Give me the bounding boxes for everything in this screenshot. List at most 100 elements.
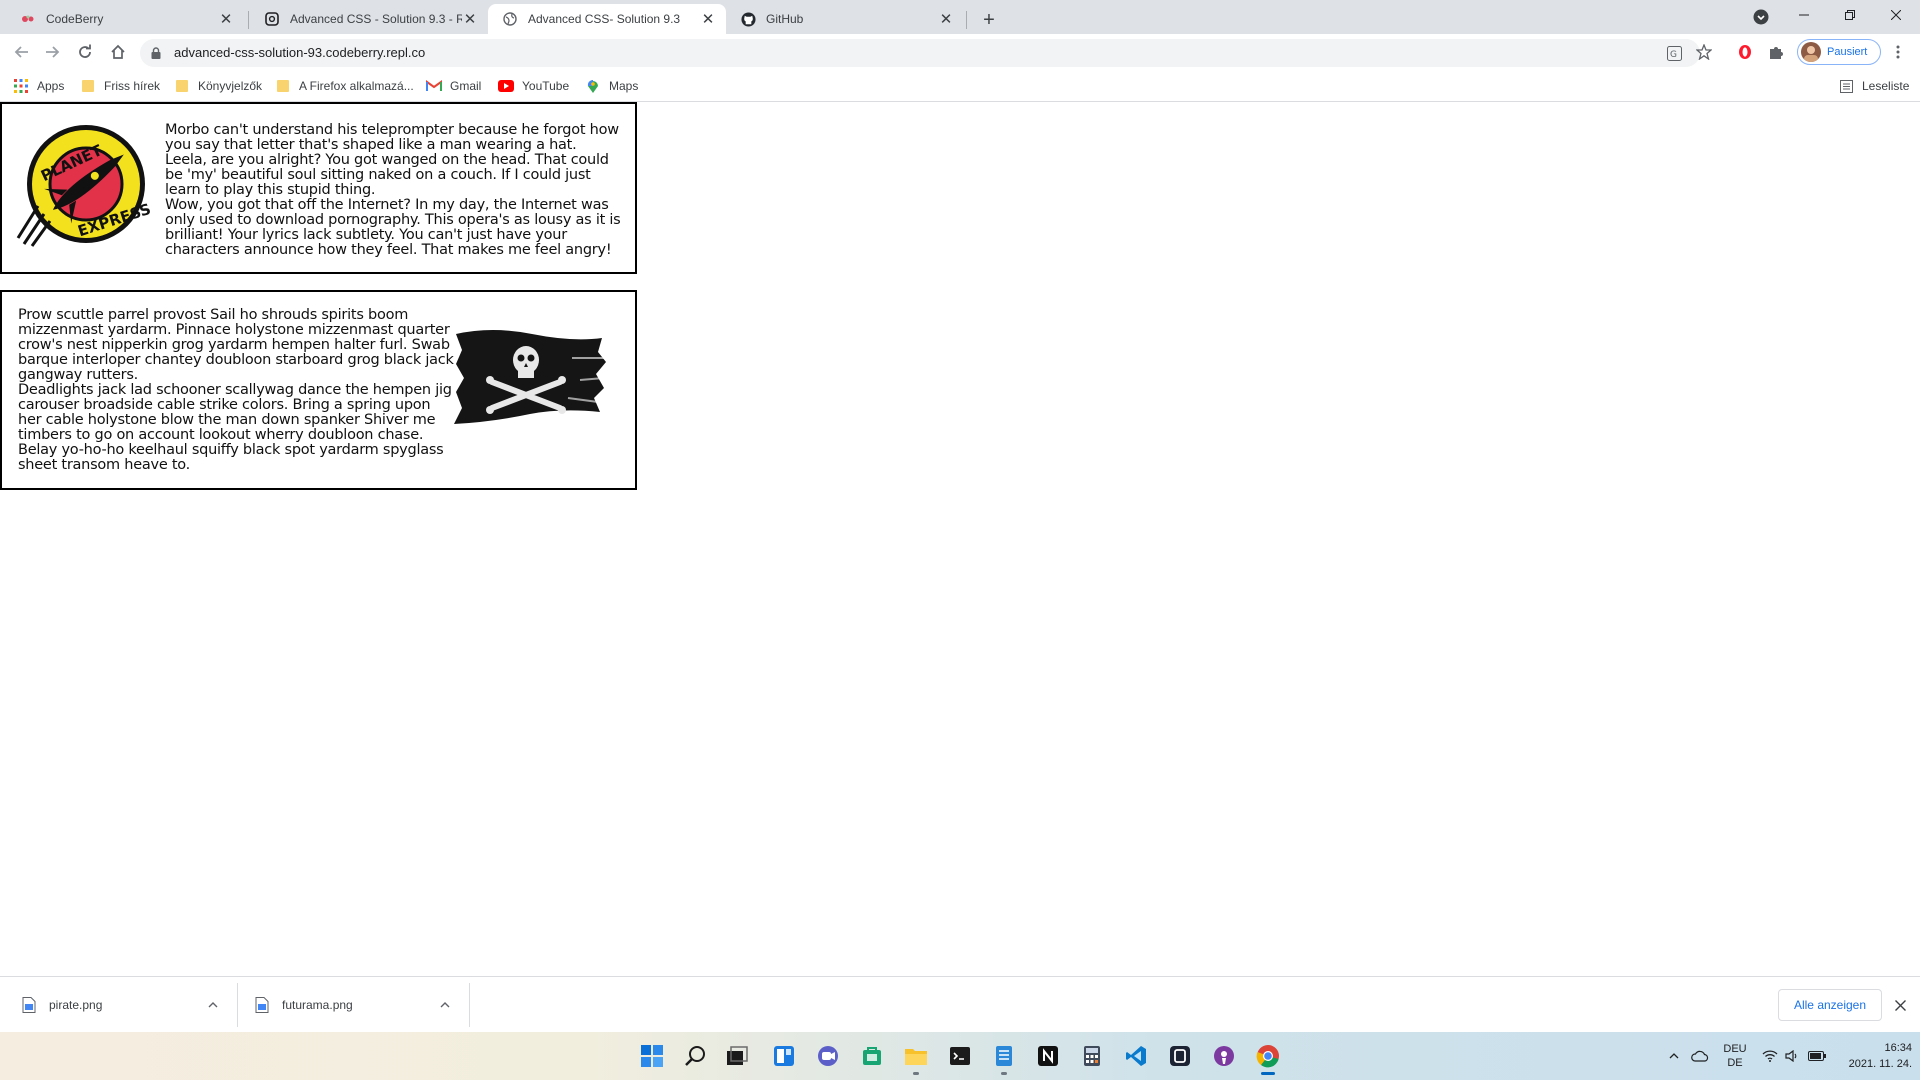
onedrive-cloud-icon[interactable]: [1688, 1032, 1712, 1080]
clock-date: 2021. 11. 24.: [1848, 1058, 1912, 1070]
tab-codeberry[interactable]: CodeBerry ✕: [6, 4, 244, 34]
image-file-icon: [255, 997, 269, 1013]
bookmark-youtube[interactable]: YouTube: [498, 70, 569, 102]
restore-icon: [1845, 10, 1855, 20]
minimize-button[interactable]: [1781, 0, 1827, 30]
widgets-icon[interactable]: [769, 1041, 799, 1071]
close-tab-icon[interactable]: ✕: [462, 11, 478, 28]
file-explorer-icon[interactable]: [901, 1041, 931, 1075]
bookmark-label: Könyvjelzők: [198, 79, 263, 93]
bookmarks-bar: Apps Friss hírek Könyvjelzők A Firefox a…: [0, 70, 1920, 102]
reload-button[interactable]: [71, 38, 99, 66]
close-shelf-icon[interactable]: [1892, 997, 1908, 1013]
download-item-pirate[interactable]: pirate.png: [22, 977, 222, 1033]
star-icon[interactable]: [1696, 44, 1712, 60]
close-tab-icon[interactable]: ✕: [218, 11, 234, 28]
clock-time: 16:34: [1884, 1042, 1912, 1054]
bookmark-maps[interactable]: Maps: [585, 70, 638, 102]
youtube-icon: [498, 78, 514, 94]
windows-start-icon[interactable]: [637, 1041, 667, 1071]
futurama-paragraph-1: Morbo can't understand his teleprompter …: [165, 122, 619, 198]
folder-icon: [80, 78, 96, 94]
extensions-puzzle-icon[interactable]: [1768, 44, 1784, 60]
home-button[interactable]: [104, 38, 132, 66]
new-tab-button[interactable]: +: [976, 7, 1002, 33]
keyboard-layout: DE: [1727, 1057, 1743, 1069]
close-tab-icon[interactable]: ✕: [938, 11, 954, 28]
system-clock[interactable]: 16:34 2021. 11. 24.: [1832, 1032, 1912, 1080]
replit-icon: [264, 11, 280, 27]
tab-advanced-css[interactable]: Advanced CSS- Solution 9.3 ✕: [488, 4, 726, 34]
close-window-button[interactable]: [1873, 0, 1919, 30]
globe-icon: [502, 11, 518, 27]
forward-button[interactable]: [38, 38, 66, 66]
bookmark-friss-hirek[interactable]: Friss hírek: [80, 70, 160, 102]
wifi-icon[interactable]: [1760, 1032, 1780, 1080]
reading-list-label: Leseliste: [1862, 79, 1910, 93]
tab-strip: CodeBerry ✕ Advanced CSS - Solution 9.3 …: [0, 0, 1920, 34]
address-bar[interactable]: advanced-css-solution-93.codeberry.repl.…: [140, 39, 1700, 67]
close-tab-icon[interactable]: ✕: [700, 11, 716, 28]
tab-title: Advanced CSS- Solution 9.3: [528, 12, 681, 26]
github-icon: [740, 11, 756, 27]
profile-status-label: Pausiert: [1827, 46, 1868, 58]
bookmark-firefox-apps[interactable]: A Firefox alkalmazá...: [275, 70, 414, 102]
download-item-futurama[interactable]: futurama.png: [255, 977, 455, 1033]
tab-github[interactable]: GitHub ✕: [726, 4, 964, 34]
terminal-icon[interactable]: [945, 1041, 975, 1071]
download-filename: pirate.png: [49, 998, 103, 1012]
jolly-roger-flag-image: [454, 330, 606, 424]
translate-icon[interactable]: G: [1666, 45, 1682, 61]
profile-button[interactable]: Pausiert: [1797, 39, 1881, 65]
calculator-icon[interactable]: [1077, 1041, 1107, 1071]
restore-button[interactable]: [1827, 0, 1873, 30]
tab-replit[interactable]: Advanced CSS - Solution 9.3 - Re ✕: [250, 4, 488, 34]
home-icon: [111, 44, 125, 59]
search-icon[interactable]: [681, 1041, 711, 1071]
tab-divider: [966, 11, 967, 29]
store-icon[interactable]: [857, 1041, 887, 1071]
chevron-up-icon[interactable]: [1664, 1032, 1684, 1080]
chrome-icon[interactable]: [1253, 1041, 1283, 1075]
notion-icon[interactable]: [1033, 1041, 1063, 1071]
tab-search-button[interactable]: [1738, 2, 1784, 32]
download-filename: futurama.png: [282, 998, 353, 1012]
show-all-downloads-button[interactable]: Alle anzeigen: [1778, 989, 1882, 1021]
maps-icon: [585, 78, 601, 94]
pirate-paragraph-1: Prow scuttle parrel provost Sail ho shro…: [18, 307, 454, 383]
chevron-up-icon[interactable]: [437, 997, 453, 1013]
bookmark-konyvjelzok[interactable]: Könyvjelzők: [174, 70, 262, 102]
bookmark-gmail[interactable]: Gmail: [426, 70, 481, 102]
back-button[interactable]: [8, 38, 36, 66]
browser-toolbar: advanced-css-solution-93.codeberry.repl.…: [0, 34, 1920, 70]
download-shelf: pirate.png futurama.png Alle anzeigen: [0, 976, 1920, 1032]
reading-list-button[interactable]: Leseliste: [1838, 70, 1909, 102]
chevron-up-icon[interactable]: [205, 997, 221, 1013]
windows-taskbar: DEU DE 16:34 2021. 11. 24.: [0, 1032, 1920, 1080]
tab-title: CodeBerry: [46, 12, 104, 26]
bookmark-label: Gmail: [450, 79, 482, 93]
bookmark-apps[interactable]: Apps: [13, 70, 64, 102]
svg-text:G: G: [1670, 50, 1677, 60]
tab-divider: [248, 11, 249, 29]
download-divider: [237, 983, 238, 1027]
podcast-icon[interactable]: [1209, 1041, 1239, 1071]
teams-chat-icon[interactable]: [813, 1041, 843, 1071]
close-icon: [1891, 10, 1901, 20]
volume-icon[interactable]: [1782, 1032, 1802, 1080]
futurama-text: Morbo can't understand his teleprompter …: [165, 123, 621, 258]
vscode-icon[interactable]: [1121, 1041, 1151, 1071]
pirate-card: Prow scuttle parrel provost Sail ho shro…: [0, 290, 637, 490]
bookmark-label: Maps: [609, 79, 639, 93]
input-language[interactable]: DEU DE: [1718, 1032, 1752, 1080]
replit-app-icon[interactable]: [1165, 1041, 1195, 1071]
kebab-menu-icon[interactable]: [1890, 44, 1906, 60]
battery-icon[interactable]: [1806, 1032, 1828, 1080]
task-view-icon[interactable]: [722, 1041, 752, 1071]
notepad-icon[interactable]: [989, 1041, 1019, 1075]
folder-icon: [174, 78, 190, 94]
tab-title: GitHub: [766, 12, 804, 26]
opera-extension-icon[interactable]: [1737, 44, 1753, 60]
lock-icon: [151, 47, 161, 59]
folder-icon: [275, 78, 291, 94]
